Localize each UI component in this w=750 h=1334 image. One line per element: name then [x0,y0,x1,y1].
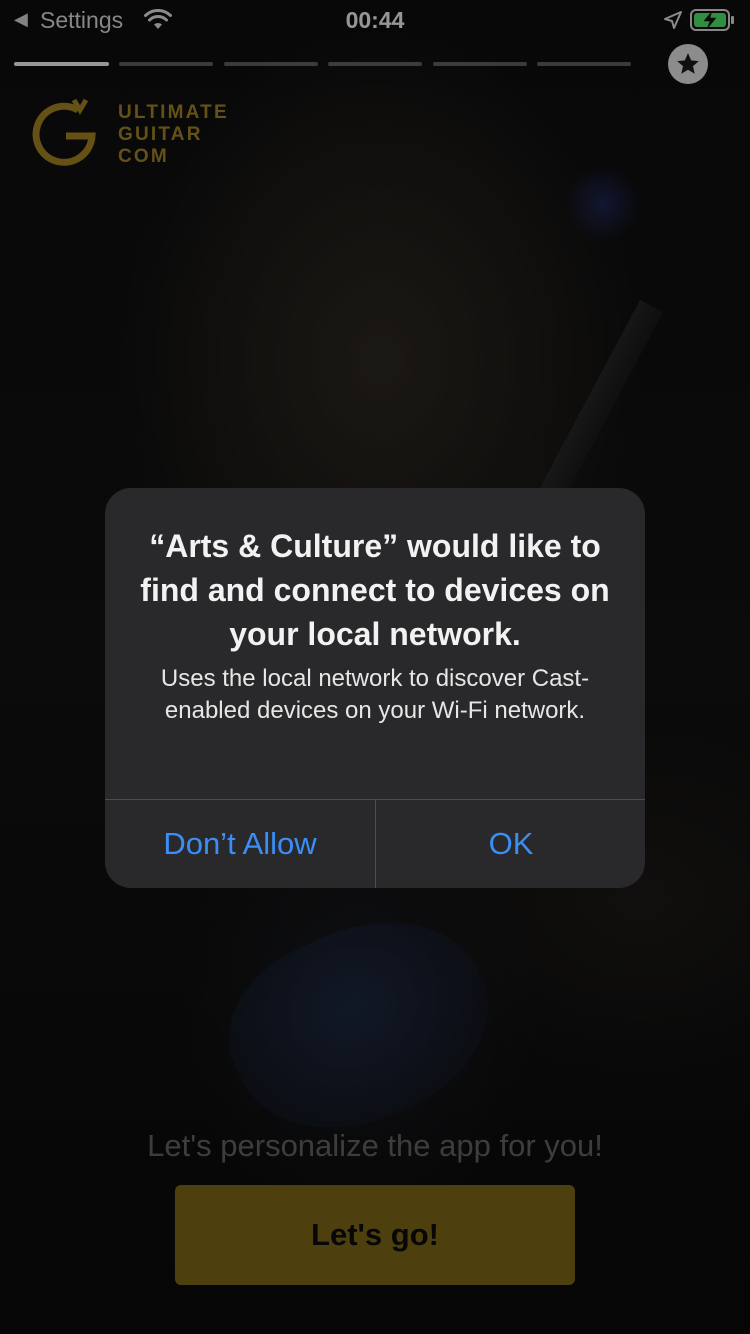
ok-button[interactable]: OK [376,800,645,888]
local-network-permission-alert: “Arts & Culture” would like to find and … [105,488,645,888]
alert-title: “Arts & Culture” would like to find and … [140,528,610,652]
alert-message: Uses the local network to discover Cast-… [160,665,590,724]
dont-allow-button[interactable]: Don’t Allow [105,800,375,888]
